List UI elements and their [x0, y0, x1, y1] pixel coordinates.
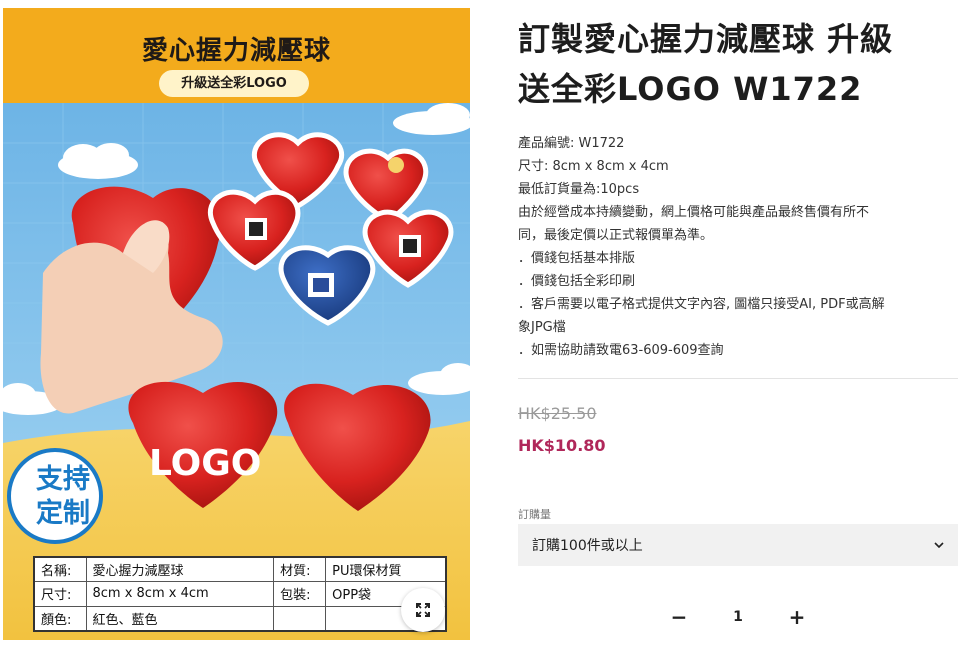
desc-line: 由於經營成本持續變動，網上價格可能與產品最終售價有所不	[518, 205, 870, 220]
increase-button[interactable]: +	[786, 605, 808, 629]
spec-key: 包裝:	[273, 581, 327, 607]
product-title: 訂製愛心握力減壓球 升級 送全彩LOGO W1722	[518, 14, 948, 114]
spec-table: 名稱: 愛心握力減壓球 材質: PU環保材質 尺寸: 8cm x 8cm x 4…	[33, 556, 447, 632]
desc-line: 最低訂貨量為:10pcs	[518, 182, 640, 197]
quantity-select-value: 訂購100件或以上	[532, 538, 643, 554]
spec-value: 8cm x 8cm x 4cm	[85, 581, 275, 607]
desc-line: ．價錢包括基本排版	[518, 251, 636, 266]
decrease-button[interactable]: −	[668, 605, 690, 629]
title-line1: 訂製愛心握力減壓球 升級	[518, 20, 894, 58]
desc-line: ．如需協助請致電63-609-609查詢	[518, 343, 724, 358]
table-row: 名稱: 愛心握力減壓球 材質: PU環保材質	[33, 556, 447, 583]
spec-value: 紅色、藍色	[85, 605, 275, 632]
chevron-down-icon	[934, 542, 944, 548]
spec-key	[273, 605, 327, 632]
logo-print: LOGO	[149, 443, 262, 484]
banner-subtitle: 升級送全彩LOGO	[159, 70, 309, 97]
banner-title: 愛心握力減壓球	[141, 36, 331, 66]
quantity-stepper: − 1 +	[668, 602, 808, 632]
badge-line2: 定制	[36, 498, 90, 529]
spec-key: 顏色:	[33, 605, 87, 632]
badge-line1: 支持	[36, 464, 90, 495]
customize-badge: 支持 定制	[17, 463, 109, 531]
desc-line: ．價錢包括全彩印刷	[518, 274, 636, 289]
original-price: HK$25.50	[518, 404, 597, 423]
zoom-button[interactable]	[401, 588, 445, 632]
sale-price: HK$10.80	[518, 436, 606, 455]
desc-line: 同，最後定價以正式報價單為準。	[518, 228, 714, 243]
product-description: 產品編號: W1722 尺寸: 8cm x 8cm x 4cm 最低訂貨量為:1…	[518, 132, 958, 362]
expand-icon	[416, 603, 430, 617]
spec-value: 愛心握力減壓球	[85, 556, 275, 583]
spec-value: PU環保材質	[325, 556, 447, 583]
desc-line: ．客戶需要以電子格式提供文字內容, 圖檔只接受AI, PDF或高解	[518, 297, 885, 312]
quantity-label: 訂購量	[518, 508, 551, 521]
title-line2: 送全彩LOGO W1722	[518, 70, 863, 108]
spec-key: 材質:	[273, 556, 327, 583]
desc-line: 尺寸: 8cm x 8cm x 4cm	[518, 159, 669, 174]
divider	[518, 378, 958, 379]
image-banner: 愛心握力減壓球 升級送全彩LOGO	[3, 8, 470, 103]
desc-line: 產品編號: W1722	[518, 136, 625, 151]
table-row: 尺寸: 8cm x 8cm x 4cm 包裝: OPP袋	[33, 581, 447, 607]
spec-key: 名稱:	[33, 556, 87, 583]
product-image[interactable]: 愛心握力減壓球 升級送全彩LOGO LOGO 支持 定制 名稱: 愛心握力減壓球…	[3, 8, 470, 640]
desc-line: 象JPG檔	[518, 320, 566, 335]
spec-key: 尺寸:	[33, 581, 87, 607]
table-row: 顏色: 紅色、藍色	[33, 605, 447, 632]
quantity-select[interactable]: 訂購100件或以上	[518, 524, 958, 566]
quantity-value[interactable]: 1	[733, 609, 743, 625]
